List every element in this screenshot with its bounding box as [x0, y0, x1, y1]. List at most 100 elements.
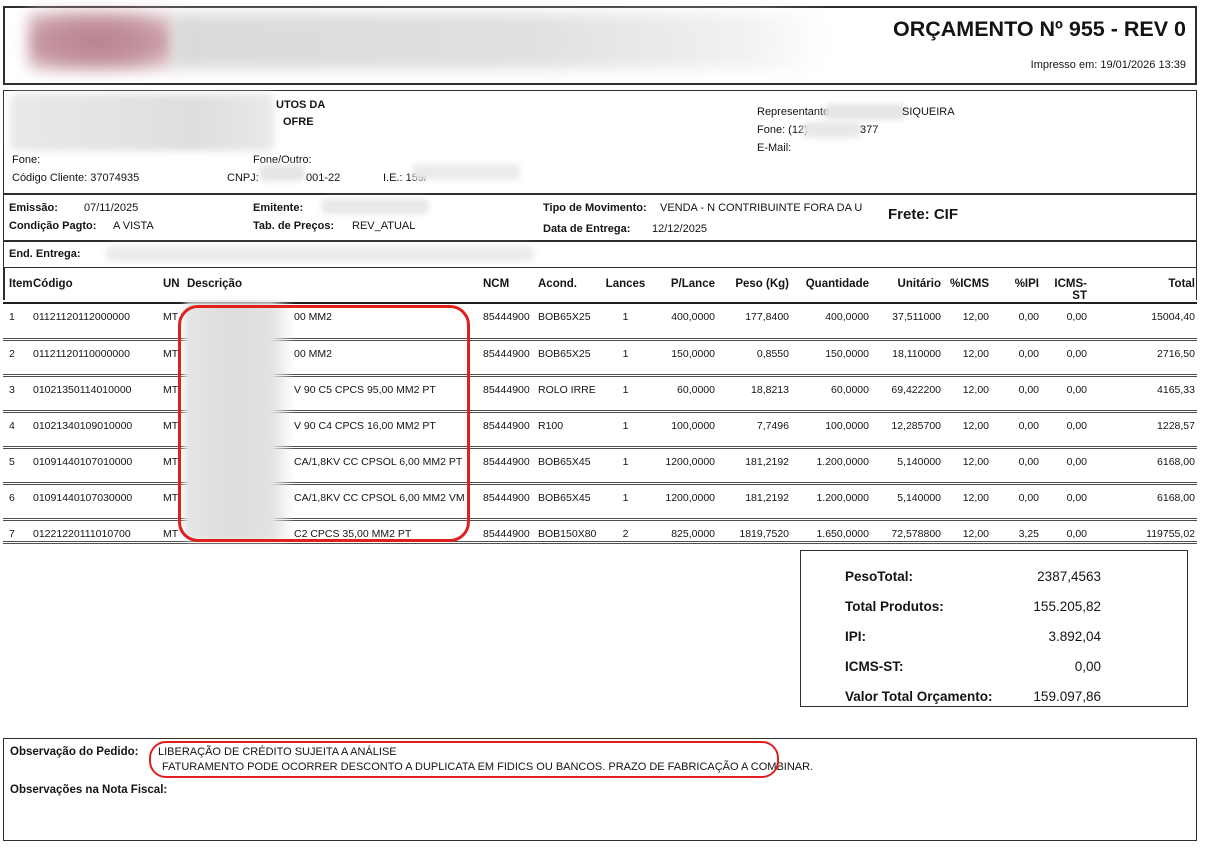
tab-precos-value: REV_ATUAL	[352, 220, 415, 232]
cell-lances: 1	[604, 375, 647, 411]
data-entrega-value: 12/12/2025	[652, 223, 707, 235]
totals-row-valor-total: Valor Total Orçamento: 159.097,86	[801, 681, 1187, 711]
divider-2	[3, 240, 1197, 242]
cell-total: 119755,02	[1089, 519, 1197, 542]
cell-lances: 1	[604, 483, 647, 519]
cell-total: 6168,00	[1089, 447, 1197, 483]
customer-name-fragment-2: OFRE	[283, 116, 314, 128]
fone-label: Fone:	[12, 154, 40, 166]
cell-p-lance: 400,0000	[647, 303, 717, 339]
observacoes-nota-fiscal-label: Observações na Nota Fiscal:	[10, 784, 167, 796]
cell-ncm: 85444900	[475, 411, 530, 447]
cell-unitario: 18,110000	[871, 339, 943, 375]
cell-p-lance: 1200,0000	[647, 447, 717, 483]
redacted-customer-name	[10, 94, 274, 151]
cell-icms: 12,00	[943, 447, 991, 483]
cell-peso: 181,2192	[717, 483, 791, 519]
cell-total: 6168,00	[1089, 483, 1197, 519]
cell-codigo: 01121120112000000	[30, 303, 157, 339]
totals-box: PesoTotal: 2387,4563 Total Produtos: 155…	[800, 550, 1188, 707]
cell-item: 3	[3, 375, 30, 411]
cell-ipi: 3,25	[991, 519, 1041, 542]
cell-codigo: 01121120110000000	[30, 339, 157, 375]
col-header-total: Total	[1089, 268, 1197, 303]
document-title: ORÇAMENTO Nº 955 - REV 0	[893, 17, 1186, 42]
cell-lances: 1	[604, 447, 647, 483]
cell-quantidade: 400,0000	[791, 303, 871, 339]
cell-icms: 12,00	[943, 411, 991, 447]
observacao-pedido-label: Observação do Pedido:	[10, 746, 138, 758]
cell-ipi: 0,00	[991, 339, 1041, 375]
cell-ncm: 85444900	[475, 483, 530, 519]
cell-icms-st: 0,00	[1041, 411, 1089, 447]
cell-ncm: 85444900	[475, 519, 530, 542]
ipi-value: 3.892,04	[1048, 629, 1101, 644]
col-header-p-lance: P/Lance	[647, 268, 717, 303]
cell-ncm: 85444900	[475, 339, 530, 375]
totals-row-ipi: IPI: 3.892,04	[801, 621, 1187, 651]
col-header-quantidade: Quantidade	[791, 268, 871, 303]
cell-codigo: 01021340109010000	[30, 411, 157, 447]
cell-ipi: 0,00	[991, 375, 1041, 411]
col-header-peso: Peso (Kg)	[717, 268, 791, 303]
cell-unitario: 69,422200	[871, 375, 943, 411]
total-produtos-label: Total Produtos:	[845, 599, 944, 614]
condicao-pagto-value: A VISTA	[113, 220, 154, 232]
emitente-label: Emitente:	[253, 202, 303, 214]
redacted-ie	[412, 164, 520, 180]
peso-total-label: PesoTotal:	[845, 569, 913, 584]
cell-peso: 0,8550	[717, 339, 791, 375]
cell-unitario: 37,511000	[871, 303, 943, 339]
col-header-ncm: NCM	[475, 268, 530, 303]
col-header-icms: %ICMS	[943, 268, 991, 303]
tipo-movimento-label: Tipo de Movimento:	[543, 202, 647, 214]
customer-name-fragment-1: UTOS DA	[276, 99, 325, 111]
cell-unitario: 5,140000	[871, 483, 943, 519]
icms-st-label: ICMS-ST:	[845, 659, 904, 674]
cell-item: 5	[3, 447, 30, 483]
redacted-company-logo	[28, 11, 178, 71]
col-header-unitario: Unitário	[871, 268, 943, 303]
cell-item: 6	[3, 483, 30, 519]
condicao-pagto-label: Condição Pagto:	[9, 220, 96, 232]
cell-ipi: 0,00	[991, 303, 1041, 339]
cell-icms: 12,00	[943, 339, 991, 375]
end-entrega-label: End. Entrega:	[9, 248, 81, 260]
valor-total-value: 159.097,86	[1033, 689, 1101, 704]
printed-at: Impresso em: 19/01/2026 13:39	[1031, 59, 1186, 71]
col-header-ipi: %IPI	[991, 268, 1041, 303]
col-header-descricao: Descrição	[184, 268, 475, 303]
frete-value: Frete: CIF	[888, 206, 958, 223]
redacted-cnpj	[259, 165, 305, 181]
cell-icms-st: 0,00	[1041, 483, 1089, 519]
totals-row-produtos: Total Produtos: 155.205,82	[801, 591, 1187, 621]
ipi-label: IPI:	[845, 629, 866, 644]
data-entrega-label: Data de Entrega:	[543, 223, 630, 235]
cell-p-lance: 825,0000	[647, 519, 717, 542]
cell-total: 2716,50	[1089, 339, 1197, 375]
cell-ncm: 85444900	[475, 375, 530, 411]
representante-label: Representante:	[757, 106, 832, 118]
codigo-cliente: Código Cliente: 37074935	[12, 172, 139, 184]
cell-acond: BOB65X25	[530, 303, 604, 339]
cell-icms-st: 0,00	[1041, 303, 1089, 339]
cell-lances: 2	[604, 519, 647, 542]
divider-1	[3, 193, 1197, 195]
cell-p-lance: 1200,0000	[647, 483, 717, 519]
cell-lances: 1	[604, 339, 647, 375]
col-header-icms-st: ICMS-ST	[1041, 268, 1089, 303]
cell-peso: 181,2192	[717, 447, 791, 483]
observation-annotation-outline	[149, 741, 779, 778]
redacted-representante	[824, 104, 906, 120]
cell-acond: R100	[530, 411, 604, 447]
cell-quantidade: 1.200,0000	[791, 447, 871, 483]
cell-codigo: 01091440107010000	[30, 447, 157, 483]
cell-quantidade: 150,0000	[791, 339, 871, 375]
items-header-row: Item Código UN Descrição NCM Acond. Lanc…	[3, 268, 1197, 303]
cell-total: 1228,57	[1089, 411, 1197, 447]
totals-row-peso: PesoTotal: 2387,4563	[801, 561, 1187, 591]
cell-ipi: 0,00	[991, 483, 1041, 519]
cell-lances: 1	[604, 303, 647, 339]
cell-icms-st: 0,00	[1041, 519, 1089, 542]
redacted-company-info	[172, 13, 827, 69]
